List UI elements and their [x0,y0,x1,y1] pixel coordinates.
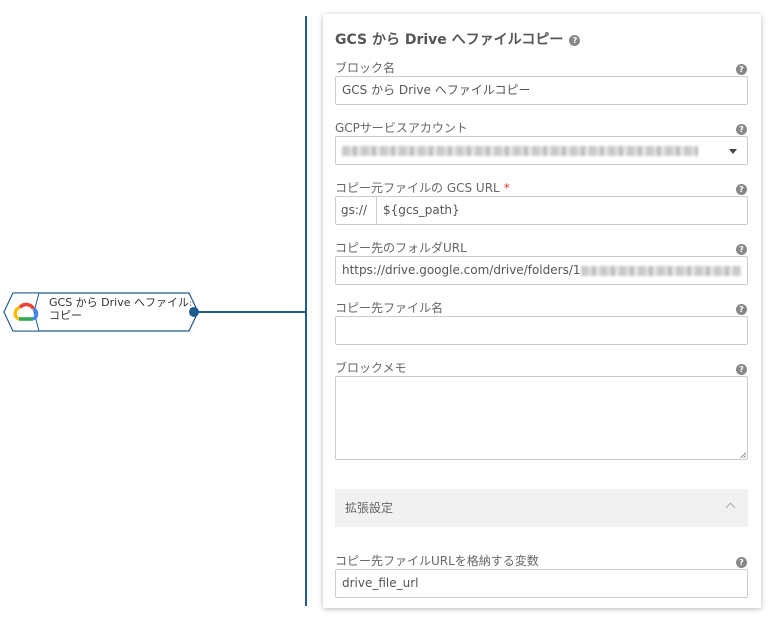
help-icon[interactable]: ? [736,364,747,375]
panel-title: GCS から Drive へファイルコピー? [335,29,581,49]
chevron-down-icon [729,149,737,154]
gcs-url-label: コピー元ファイルの GCS URL * [335,179,510,196]
block-name-label: ブロック名 [335,61,396,75]
chevron-up-icon [725,502,736,513]
workflow-block-node[interactable]: GCS から Drive へファイルコピー ⋮ [3,292,199,332]
resize-handle[interactable] [740,452,746,458]
advanced-settings-toggle[interactable]: 拡張設定 [335,489,748,527]
url-variable-label: コピー先ファイルURLを格納する変数 [335,554,539,568]
folder-url-value: https://drive.google.com/drive/folders/1 [342,263,581,277]
gcp-account-label: GCPサービスアカウント [335,121,468,135]
help-icon[interactable]: ? [736,64,747,75]
gcs-url-prefix: gs:// [336,197,377,224]
redacted-account-value [342,145,698,156]
memo-label: ブロックメモ [335,361,407,375]
flow-connector-horizontal [196,311,306,313]
gcp-account-select[interactable] [335,136,748,165]
help-icon[interactable]: ? [569,34,581,46]
gcs-url-input[interactable]: ${gcs_path} [377,197,747,224]
required-mark: * [503,181,510,195]
advanced-settings-label: 拡張設定 [345,501,394,515]
file-name-input[interactable] [335,316,748,345]
block-node-label: GCS から Drive へファイルコピー [49,296,190,322]
google-cloud-icon [13,302,39,321]
help-icon[interactable]: ? [736,304,747,315]
block-name-input[interactable]: GCS から Drive へファイルコピー [335,76,748,105]
panel-title-text: GCS から Drive へファイルコピー [335,32,564,48]
help-icon[interactable]: ? [736,184,747,195]
folder-url-label: コピー先のフォルダURL [335,241,467,255]
file-name-label: コピー先ファイル名 [335,301,444,315]
gcs-url-input-group[interactable]: gs:// ${gcs_path} [335,196,748,225]
block-settings-panel: GCS から Drive へファイルコピー? ブロック名 ? GCS から Dr… [323,14,761,608]
folder-url-input[interactable]: https://drive.google.com/drive/folders/1 [335,256,748,285]
redacted-folder-id [580,265,741,276]
help-icon[interactable]: ? [736,244,747,255]
workflow-canvas[interactable]: GCS から Drive へファイルコピー ⋮ [0,0,310,623]
block-output-port[interactable] [189,307,199,317]
gcs-url-label-text: コピー元ファイルの GCS URL [335,181,500,195]
help-icon[interactable]: ? [736,557,747,568]
url-variable-input[interactable]: drive_file_url [335,569,748,598]
memo-textarea[interactable] [335,376,748,460]
help-icon[interactable]: ? [736,124,747,135]
